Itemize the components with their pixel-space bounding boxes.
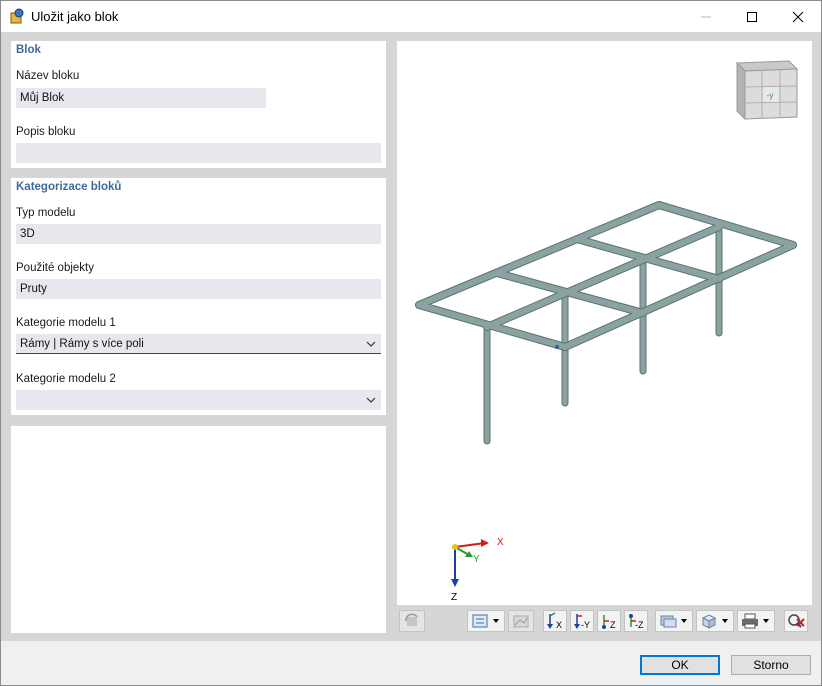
visibility-icon xyxy=(660,615,687,628)
category2-label: Kategorie modelu 2 xyxy=(16,373,116,385)
used-objects-field: Pruty xyxy=(16,279,381,299)
category1-select[interactable]: Rámy | Rámy s více poli xyxy=(16,334,381,354)
ok-button[interactable]: OK xyxy=(640,655,720,675)
view-neg-z-button[interactable]: -Z xyxy=(624,610,648,632)
maximize-icon xyxy=(747,11,757,22)
title-bar: Uložit jako blok xyxy=(1,1,821,32)
print-icon xyxy=(742,613,769,629)
categorization-section-title: Kategorizace bloků xyxy=(16,181,122,193)
print-button[interactable] xyxy=(737,610,775,632)
maximize-button[interactable] xyxy=(729,1,775,32)
block-name-label: Název bloku xyxy=(16,70,80,82)
iso-view-button[interactable] xyxy=(696,610,734,632)
axis-x-label: X xyxy=(497,537,504,548)
view-neg-y-icon: -Y xyxy=(574,614,590,630)
save-as-block-dialog: Uložit jako blok Blok Název bloku Můj Bl… xyxy=(0,0,822,686)
block-section-title: Blok xyxy=(16,44,41,56)
svg-text:X: X xyxy=(556,620,562,630)
view-x-icon: X xyxy=(547,612,562,630)
info-panel xyxy=(11,426,386,633)
svg-text:Z: Z xyxy=(610,620,616,630)
render-settings-icon xyxy=(513,615,529,628)
reset-view-button[interactable] xyxy=(784,610,808,632)
axis-y-label: Y xyxy=(473,554,480,565)
category1-label: Kategorie modelu 1 xyxy=(16,317,116,329)
view-x-button[interactable]: X xyxy=(543,610,567,632)
chevron-down-icon xyxy=(366,341,376,347)
minimize-button[interactable] xyxy=(683,1,729,32)
view-toolbar: X -Y Z -Z xyxy=(397,607,812,633)
view-z-button[interactable]: Z xyxy=(597,610,621,632)
render-settings-button[interactable] xyxy=(508,610,534,632)
view-neg-y-button[interactable]: -Y xyxy=(570,610,594,632)
model-type-label: Typ modelu xyxy=(16,207,76,219)
model-viewport[interactable]: -y X Y Z xyxy=(397,41,812,605)
view-z-icon: Z xyxy=(602,615,616,630)
view-neg-z-icon: -Z xyxy=(629,614,644,630)
rotate-view-icon xyxy=(405,613,418,626)
display-options-button[interactable] xyxy=(467,610,505,632)
used-objects-label: Použité objekty xyxy=(16,262,94,274)
categorization-panel: Kategorizace bloků Typ modelu 3D Použité… xyxy=(11,178,386,415)
frame-model xyxy=(415,201,797,445)
rotate-view-button[interactable] xyxy=(399,610,425,632)
block-description-label: Popis bloku xyxy=(16,126,76,138)
block-name-input[interactable]: Můj Blok xyxy=(16,88,266,108)
display-options-icon xyxy=(472,614,499,628)
block-panel: Blok Název bloku Můj Blok Popis bloku xyxy=(11,41,386,168)
axis-indicator: X Y Z xyxy=(451,537,504,603)
window-title: Uložit jako blok xyxy=(31,9,119,24)
app-icon xyxy=(10,8,24,24)
svg-text:-Z: -Z xyxy=(635,620,644,630)
nav-cube-label: -y xyxy=(767,91,774,100)
model-render: -y X Y Z xyxy=(415,60,799,603)
iso-view-icon xyxy=(701,614,728,629)
navigation-cube[interactable]: -y xyxy=(735,60,799,121)
cancel-button[interactable]: Storno xyxy=(731,655,811,675)
block-description-input[interactable] xyxy=(16,143,381,163)
category2-select[interactable] xyxy=(16,390,381,410)
axis-z-label: Z xyxy=(451,592,457,603)
model-type-field: 3D xyxy=(16,224,381,244)
svg-text:-Y: -Y xyxy=(581,620,590,630)
close-button[interactable] xyxy=(775,1,821,32)
dialog-body: Blok Název bloku Můj Blok Popis bloku Ka… xyxy=(1,32,821,641)
category1-value: Rámy | Rámy s více poli xyxy=(20,338,144,350)
dialog-footer: OK Storno xyxy=(1,641,821,685)
close-icon xyxy=(792,11,804,22)
reset-view-icon xyxy=(788,614,805,628)
chevron-down-icon xyxy=(366,397,376,403)
visibility-button[interactable] xyxy=(655,610,693,632)
minimize-icon xyxy=(701,16,711,17)
